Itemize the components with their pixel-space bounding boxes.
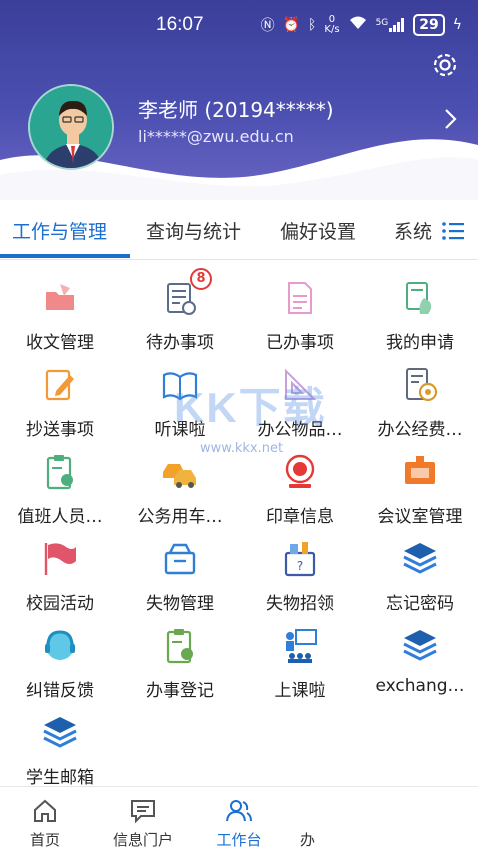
- wifi-icon: [348, 15, 368, 35]
- svg-text:?: ?: [297, 559, 303, 573]
- duty-clipboard-icon: [46, 455, 73, 490]
- app-item-feedback[interactable]: 纠错反馈: [0, 618, 120, 704]
- app-item-exchange[interactable]: exchang…: [360, 618, 478, 704]
- app-item-label: 待办事项: [146, 333, 214, 353]
- tab-system[interactable]: 系统: [394, 217, 434, 244]
- app-item-label: 印章信息: [266, 507, 334, 527]
- alarm-icon: ⏰: [282, 17, 301, 33]
- app-item-forgot-password[interactable]: 忘记密码: [360, 531, 478, 617]
- app-item-label: 学生邮箱: [26, 768, 94, 788]
- tab-menu-icon[interactable]: [440, 218, 466, 244]
- tab-query-statistics[interactable]: 查询与统计: [146, 217, 241, 244]
- app-item-label: 上课啦: [274, 681, 326, 701]
- active-tab-indicator: [0, 254, 130, 258]
- app-item-label: 校园活动: [26, 594, 94, 614]
- lost-found-icon: ?: [284, 542, 316, 577]
- nav-label: 办: [300, 831, 316, 849]
- home-icon: [34, 799, 56, 822]
- finance-icon: [406, 368, 438, 402]
- layers-icon: [43, 717, 77, 748]
- app-item-label: 抄送事项: [26, 420, 94, 440]
- app-item-label: 值班人员…: [17, 507, 103, 527]
- app-item-class-start[interactable]: 上课啦: [240, 618, 360, 704]
- nav-workbench[interactable]: 工作台: [194, 787, 284, 851]
- chevron-right-icon[interactable]: [444, 108, 458, 134]
- app-item-label: 办公经费…: [377, 420, 463, 440]
- folder-open-icon: [46, 284, 74, 310]
- nav-more[interactable]: 办: [290, 787, 330, 851]
- nav-info-portal[interactable]: 信息门户: [98, 787, 188, 851]
- app-item-official-car[interactable]: 公务用车…: [120, 444, 240, 530]
- edit-document-icon: [45, 369, 74, 401]
- tab-preferences[interactable]: 偏好设置: [280, 217, 356, 244]
- message-icon: [131, 800, 155, 824]
- net-speed: 0 K/s: [324, 14, 340, 35]
- app-item-label: 我的申请: [386, 333, 454, 353]
- app-item-office-funds[interactable]: 办公经费…: [360, 357, 478, 443]
- app-item-label: 纠错反馈: [26, 681, 94, 701]
- register-clipboard-icon: [166, 629, 193, 664]
- hand-document-icon: [406, 282, 432, 314]
- app-item-lost-items[interactable]: 失物管理: [120, 531, 240, 617]
- status-time: 16:07: [156, 14, 204, 35]
- app-item-label: 已办事项: [266, 333, 334, 353]
- app-item-label: 失物招领: [266, 594, 334, 614]
- settings-gear-icon[interactable]: [430, 50, 460, 80]
- bluetooth-icon: ᛒ: [308, 17, 317, 33]
- signal-icon: 5G: [376, 18, 406, 32]
- app-item-seal-info[interactable]: 印章信息: [240, 444, 360, 530]
- app-item-inbox-management[interactable]: 收文管理: [0, 270, 120, 356]
- status-bar: 16:07 Ⓝ ⏰ ᛒ 0 K/s 5G 29 ϟ: [0, 0, 478, 50]
- app-item-label: 会议室管理: [377, 507, 463, 527]
- headset-icon: [45, 630, 75, 660]
- nav-label: 首页: [29, 831, 60, 849]
- nav-label: 工作台: [216, 831, 262, 849]
- app-item-label: 办事登记: [146, 681, 214, 701]
- layers-icon: [403, 543, 437, 574]
- app-item-lost-and-found[interactable]: ? 失物招领: [240, 531, 360, 617]
- app-item-meeting-room[interactable]: 会议室管理: [360, 444, 478, 530]
- app-item-label: 忘记密码: [386, 594, 454, 614]
- charging-icon: ϟ: [452, 17, 462, 33]
- app-item-label: 失物管理: [146, 594, 214, 614]
- tab-bar: 工作与管理 查询与统计 偏好设置 系统: [0, 200, 478, 260]
- bottom-navigation: 首页 信息门户 工作台 办: [0, 786, 478, 850]
- flag-icon: [44, 543, 76, 575]
- avatar[interactable]: [28, 84, 114, 170]
- app-item-my-applications[interactable]: 我的申请: [360, 270, 478, 356]
- user-email: li*****@zwu.edu.cn: [138, 127, 294, 146]
- app-item-cc[interactable]: 抄送事项: [0, 357, 120, 443]
- nav-label: 信息门户: [112, 831, 173, 849]
- layers-icon: [403, 630, 437, 661]
- classroom-icon: [286, 629, 317, 663]
- nfc-icon: Ⓝ: [260, 18, 275, 34]
- app-item-todo[interactable]: 8 待办事项: [120, 268, 240, 356]
- tab-work-management[interactable]: 工作与管理: [12, 217, 107, 244]
- box-icon: [164, 543, 196, 575]
- battery-indicator: 29: [413, 14, 445, 36]
- workbench-icon: [226, 800, 252, 822]
- app-item-done[interactable]: 已办事项: [240, 270, 360, 356]
- watermark-logo: KK下载: [174, 384, 327, 431]
- app-item-label: 收文管理: [26, 333, 94, 353]
- document-icon: [288, 282, 312, 314]
- app-item-affairs-register[interactable]: 办事登记: [120, 618, 240, 704]
- app-item-label: 公务用车…: [137, 507, 223, 527]
- car-icon: [163, 464, 196, 488]
- nav-home[interactable]: 首页: [0, 787, 90, 851]
- meeting-room-icon: [405, 456, 435, 484]
- app-item-duty-staff[interactable]: 值班人员…: [0, 444, 120, 530]
- seal-icon: [285, 454, 315, 488]
- todo-count-badge: 8: [190, 268, 212, 290]
- user-name: 李老师 (20194*****): [138, 98, 334, 122]
- app-item-label: exchang…: [375, 676, 465, 696]
- app-item-student-mail[interactable]: 学生邮箱: [0, 705, 120, 791]
- status-icons: Ⓝ ⏰ ᛒ 0 K/s 5G 29 ϟ: [261, 14, 462, 36]
- app-item-campus-activity[interactable]: 校园活动: [0, 531, 120, 617]
- watermark-url: www.kkx.net: [200, 441, 284, 456]
